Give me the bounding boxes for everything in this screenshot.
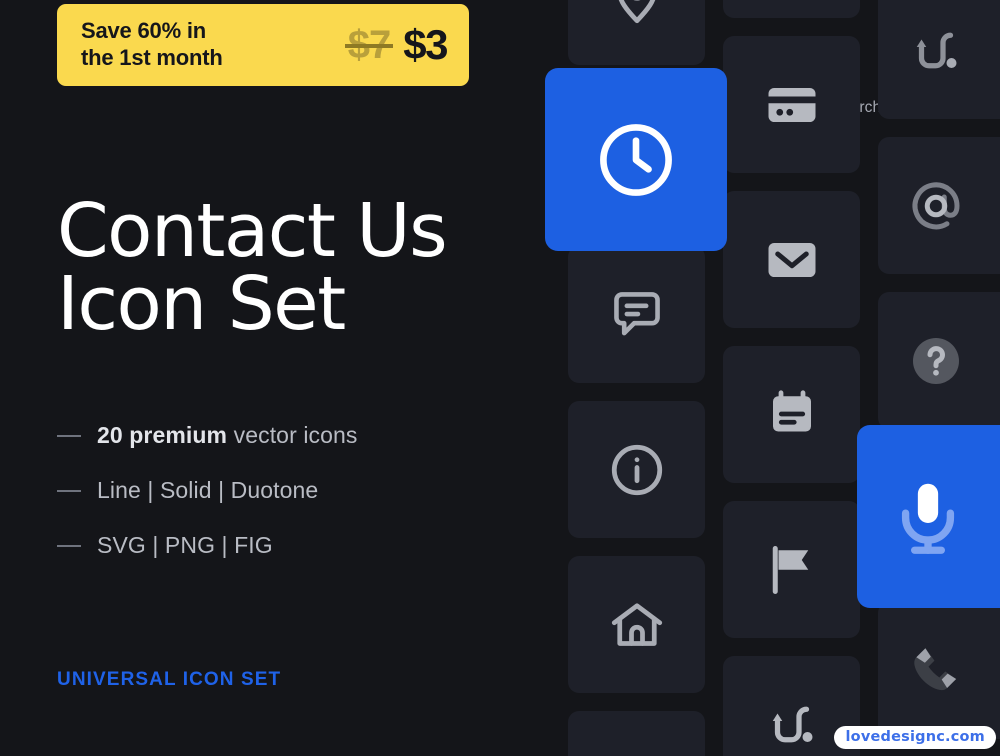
icon-card-microphone[interactable] <box>857 425 1000 608</box>
promo-headline: Save 60% in the 1st month <box>81 18 223 70</box>
calendar-note-icon <box>762 385 822 445</box>
icon-card-flag[interactable] <box>723 501 860 638</box>
icon-card-route-c3[interactable] <box>878 0 1000 119</box>
info-circle-icon <box>607 440 667 500</box>
credit-card-icon <box>762 75 822 135</box>
feature-rest: SVG | PNG | FIG <box>97 532 273 558</box>
icon-card-location-pin[interactable] <box>568 0 705 65</box>
page-title: Contact Us Icon Set <box>57 188 448 348</box>
icon-card-blank-c1[interactable] <box>568 711 705 756</box>
icon-card-at-sign[interactable] <box>878 137 1000 274</box>
feature-emphasis: 20 premium <box>97 422 228 448</box>
route-icon <box>906 21 966 81</box>
chat-bubble-icon <box>608 286 666 344</box>
icon-card-chat-bubble[interactable] <box>568 246 705 383</box>
watermark: lovedesignc.com <box>834 726 996 749</box>
icon-card-help[interactable] <box>878 292 1000 429</box>
list-item: 20 premium vector icons <box>57 408 517 463</box>
icon-card-envelope[interactable] <box>723 191 860 328</box>
feature-label: Line | Solid | Duotone <box>97 477 318 504</box>
dash-icon <box>57 544 81 547</box>
flag-icon <box>762 540 822 600</box>
list-item: SVG | PNG | FIG <box>57 518 517 573</box>
feature-label: 20 premium vector icons <box>97 422 358 449</box>
icon-card-phone[interactable] <box>878 602 1000 739</box>
microphone-icon <box>886 475 970 559</box>
brand-tag: UNIVERSAL ICON SET <box>57 669 282 690</box>
icon-card-credit-card[interactable] <box>723 36 860 173</box>
poster-canvas: Save 60% in the 1st month $7 $3 Until Ma… <box>0 0 1000 756</box>
price-new: $3 <box>403 21 448 68</box>
dash-icon <box>57 434 81 437</box>
dash-icon <box>57 489 81 492</box>
icon-card-info[interactable] <box>568 401 705 538</box>
icon-card-clock[interactable] <box>545 68 727 251</box>
price-old: $7 <box>347 22 391 67</box>
promo-prices: $7 $3 <box>347 21 449 69</box>
feature-rest: vector icons <box>227 422 358 448</box>
icon-card-home[interactable] <box>568 556 705 693</box>
list-item: Line | Solid | Duotone <box>57 463 517 518</box>
phone-icon <box>905 640 967 702</box>
feature-list: 20 premium vector icons Line | Solid | D… <box>57 408 517 573</box>
feature-rest: Line | Solid | Duotone <box>97 477 319 503</box>
envelope-icon <box>762 230 822 290</box>
location-pin-icon <box>607 0 667 27</box>
route-icon <box>762 695 822 755</box>
home-icon <box>607 595 667 655</box>
icon-card-blank-c2[interactable] <box>723 0 860 18</box>
clock-icon <box>593 117 679 203</box>
at-sign-icon <box>906 176 966 236</box>
help-circle-icon <box>906 331 966 391</box>
feature-label: SVG | PNG | FIG <box>97 532 273 559</box>
icon-card-calendar-note[interactable] <box>723 346 860 483</box>
promo-banner: Save 60% in the 1st month $7 $3 <box>57 4 469 86</box>
